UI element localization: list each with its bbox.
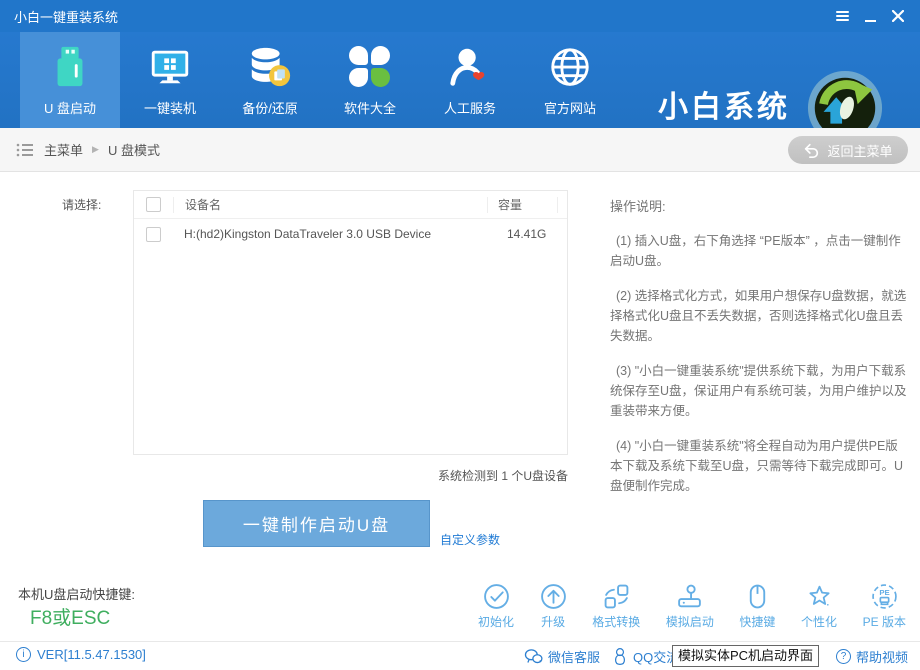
- back-to-main-menu-button[interactable]: 返回主菜单: [788, 136, 908, 164]
- monitor-icon: [146, 43, 194, 91]
- star-icon: [806, 583, 833, 610]
- nav-label: 官方网站: [544, 98, 596, 117]
- custom-params-link[interactable]: 自定义参数: [440, 531, 500, 548]
- brand-name: 小白系统: [658, 82, 798, 126]
- breadcrumb-current: U 盘模式: [108, 140, 160, 159]
- instructions-panel: 操作说明: (1) 插入U盘，右下角选择 “PE版本” ，点击一键制作启动U盘。…: [610, 196, 910, 511]
- tool-initialize[interactable]: 初始化: [478, 583, 514, 630]
- nav-item-backup-restore[interactable]: 备份/还原: [220, 32, 320, 128]
- nav-item-usb-boot[interactable]: U 盘启动: [20, 32, 120, 128]
- device-checkbox[interactable]: [146, 227, 161, 242]
- tool-pe-version[interactable]: PE PE 版本: [863, 583, 906, 630]
- nav-label: 软件大全: [344, 98, 396, 117]
- version-info: i VER[11.5.47.1530]: [16, 647, 146, 662]
- initialize-icon: [483, 583, 510, 610]
- instruction-step: (3) "小白一键重装系统"提供系统下载，为用户下载系统保存至U盘，保证用户有系…: [610, 361, 910, 421]
- breadcrumb-root[interactable]: 主菜单: [44, 140, 83, 159]
- status-bar: i VER[11.5.47.1530] 微信客服 QQ交流群 模拟实体PC机启动…: [0, 641, 920, 670]
- tool-bar: 初始化 升级 格式转换 模拟启动 快捷键 个性: [478, 583, 906, 630]
- table-row[interactable]: H:(hd2)Kingston DataTraveler 3.0 USB Dev…: [134, 219, 567, 249]
- simulate-boot-tooltip: 模拟实体PC机启动界面: [672, 645, 819, 667]
- tool-format-convert[interactable]: 格式转换: [592, 583, 640, 630]
- mouse-icon: [744, 583, 771, 610]
- joystick-icon: [676, 583, 703, 610]
- pe-version-icon: PE: [871, 583, 898, 610]
- nav-item-software[interactable]: 软件大全: [320, 32, 420, 128]
- info-icon: i: [16, 647, 31, 662]
- nav-label: 备份/还原: [242, 98, 298, 117]
- nav-label: 一键装机: [144, 98, 196, 117]
- wechat-support-link[interactable]: 微信客服: [524, 647, 600, 666]
- minimize-button[interactable]: [856, 0, 884, 32]
- back-arrow-icon: [803, 143, 820, 158]
- tool-label: 格式转换: [592, 613, 640, 630]
- tool-label: PE 版本: [863, 613, 906, 630]
- title-bar: 小白一键重装系统: [0, 0, 920, 32]
- close-icon: [892, 10, 904, 22]
- breadcrumb-separator-icon: ▶: [92, 144, 99, 155]
- breadcrumb: 主菜单 ▶ U 盘模式 返回主菜单: [0, 128, 920, 172]
- question-icon: ?: [836, 649, 851, 664]
- instruction-step: (2) 选择格式化方式，如果用户想保存U盘数据，就选择格式化U盘且不丢失数据，否…: [610, 286, 910, 346]
- nav-item-support[interactable]: 人工服务: [420, 32, 520, 128]
- upgrade-icon: [540, 583, 567, 610]
- main-nav: U 盘启动 一键装机: [0, 32, 920, 128]
- globe-icon: [546, 43, 594, 91]
- table-header: 设备名 容量: [134, 191, 567, 219]
- device-table: 设备名 容量 H:(hd2)Kingston DataTraveler 3.0 …: [133, 190, 568, 455]
- wechat-icon: [524, 648, 543, 665]
- tool-label: 快捷键: [739, 613, 775, 630]
- column-header-capacity: 容量: [487, 197, 557, 213]
- window-controls: [828, 0, 912, 32]
- make-boot-usb-button[interactable]: 一键制作启动U盘: [203, 500, 430, 547]
- instruction-step: (4) "小白一键重装系统"将全程自动为用户提供PE版本下载及系统下载至U盘，只…: [610, 436, 910, 496]
- nav-item-one-key-install[interactable]: 一键装机: [120, 32, 220, 128]
- backup-restore-icon: [246, 43, 294, 91]
- list-icon: [16, 142, 34, 158]
- tool-label: 升级: [541, 613, 565, 630]
- customer-service-icon: [446, 43, 494, 91]
- nav-label: U 盘启动: [44, 98, 96, 117]
- hamburger-menu-icon: [836, 11, 849, 21]
- hotkey-label: 本机U盘启动快捷键:: [18, 584, 135, 603]
- menu-button[interactable]: [828, 0, 856, 32]
- detect-status-text: 系统检测到 1 个U盘设备: [133, 467, 568, 484]
- tool-upgrade[interactable]: 升级: [540, 583, 567, 630]
- tool-personalize[interactable]: 个性化: [801, 583, 837, 630]
- tool-simulate-boot[interactable]: 模拟启动: [666, 583, 714, 630]
- nav-item-website[interactable]: 官方网站: [520, 32, 620, 128]
- instructions-title: 操作说明:: [610, 196, 910, 215]
- tool-label: 个性化: [801, 613, 837, 630]
- app-title: 小白一键重装系统: [14, 7, 118, 26]
- help-label: 帮助视频: [856, 647, 908, 666]
- software-clover-icon: [346, 43, 394, 91]
- tool-label: 模拟启动: [666, 613, 714, 630]
- tool-hotkeys[interactable]: 快捷键: [739, 583, 775, 630]
- hotkey-value: F8或ESC: [30, 603, 110, 630]
- version-text: VER[11.5.47.1530]: [37, 647, 146, 662]
- close-button[interactable]: [884, 0, 912, 32]
- device-name: H:(hd2)Kingston DataTraveler 3.0 USB Dev…: [173, 227, 497, 241]
- back-button-label: 返回主菜单: [827, 141, 892, 160]
- help-video-link[interactable]: ? 帮助视频: [836, 647, 908, 666]
- format-convert-icon: [603, 583, 630, 610]
- instruction-step: (1) 插入U盘，右下角选择 “PE版本” ，点击一键制作启动U盘。: [610, 231, 910, 271]
- device-capacity: 14.41G: [497, 227, 567, 241]
- nav-label: 人工服务: [444, 98, 496, 117]
- qq-icon: [612, 647, 628, 666]
- column-header-device: 设备名: [173, 197, 487, 213]
- svg-text:PE: PE: [879, 588, 889, 597]
- select-label: 请选择:: [62, 196, 101, 213]
- minimize-icon: [865, 20, 876, 22]
- usb-drive-icon: [46, 43, 94, 91]
- wechat-label: 微信客服: [548, 647, 600, 666]
- select-all-checkbox[interactable]: [146, 197, 161, 212]
- tool-label: 初始化: [478, 613, 514, 630]
